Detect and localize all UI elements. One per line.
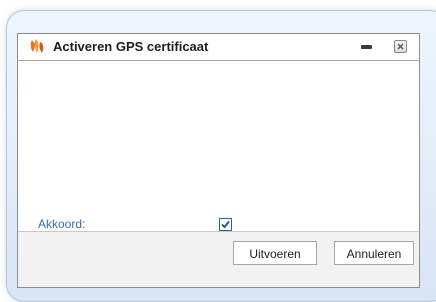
dialog-window: Activeren GPS certificaat Akkoord: Uitvo… (17, 33, 420, 288)
dialog-footer: Uitvoeren Annuleren (18, 231, 419, 287)
dialog-title: Activeren GPS certificaat (53, 39, 209, 54)
butterfly-app-icon (29, 38, 45, 55)
title-bar: Activeren GPS certificaat (18, 34, 419, 61)
minimize-icon[interactable] (361, 45, 372, 49)
checkmark-icon (221, 220, 230, 229)
dialog-content: Akkoord: (18, 61, 419, 232)
akkoord-checkbox[interactable] (219, 218, 232, 231)
akkoord-label: Akkoord: (38, 217, 86, 231)
cancel-button[interactable]: Annuleren (334, 241, 414, 265)
close-icon[interactable] (394, 40, 407, 53)
execute-button[interactable]: Uitvoeren (233, 241, 317, 265)
